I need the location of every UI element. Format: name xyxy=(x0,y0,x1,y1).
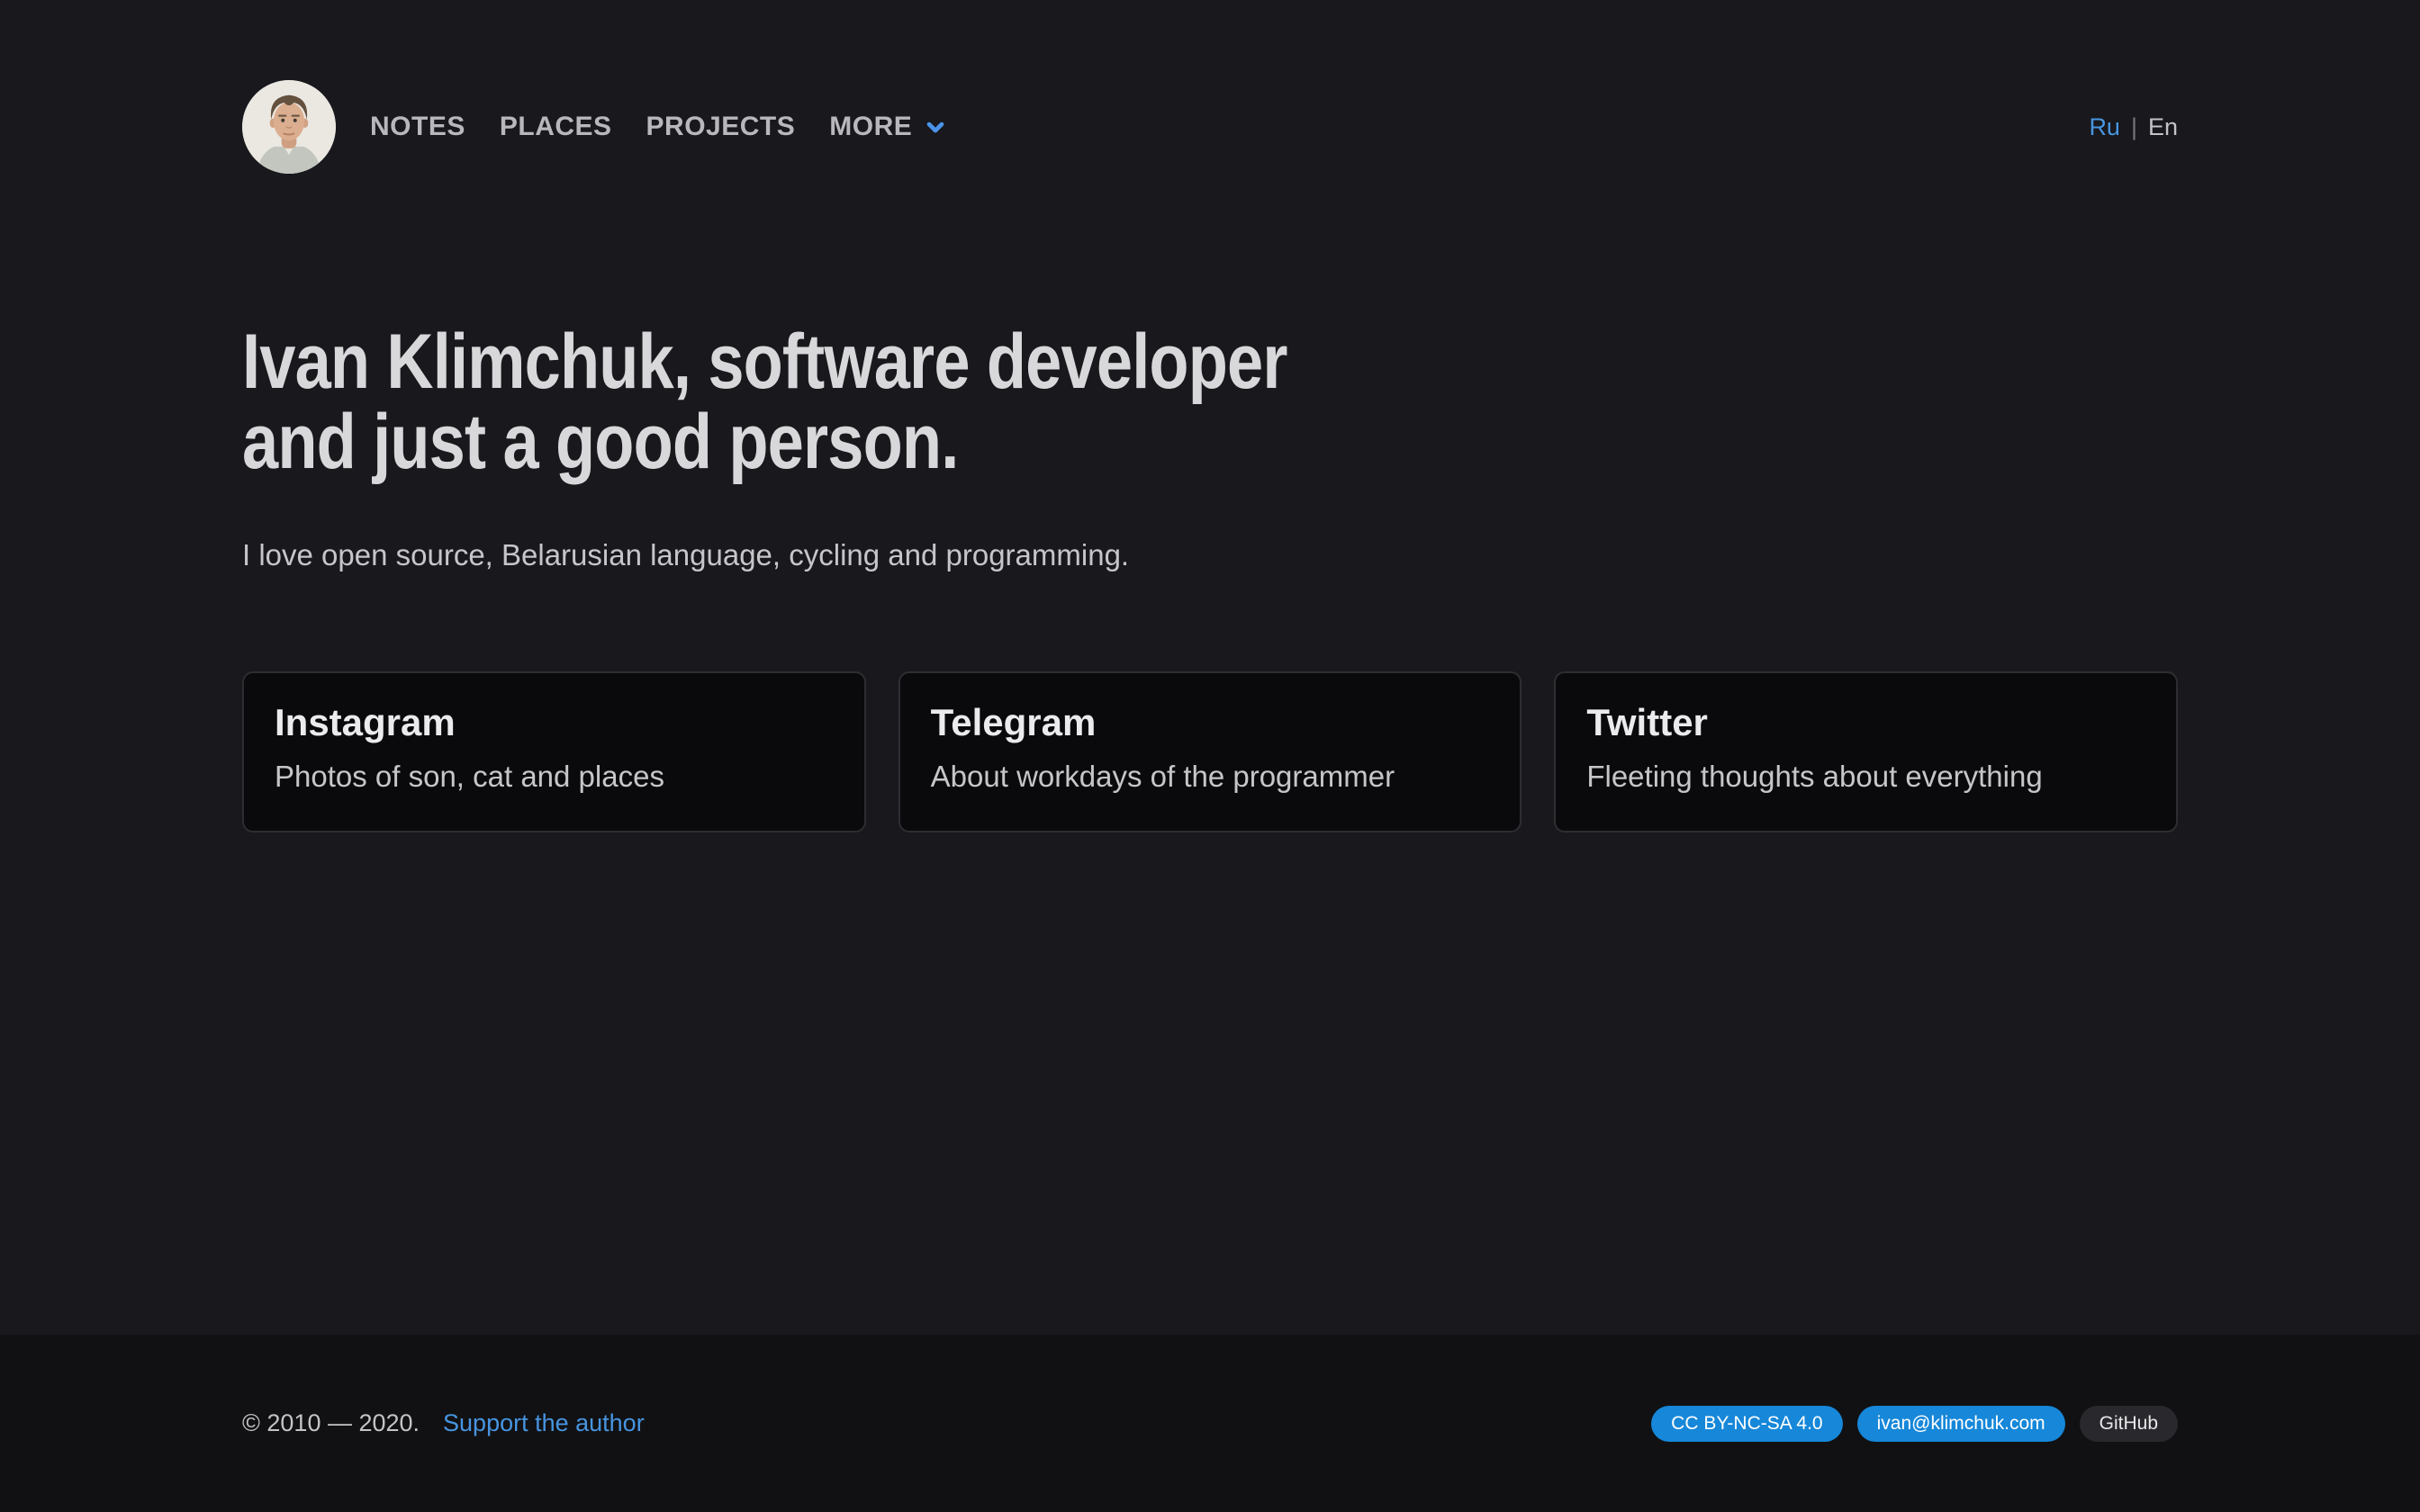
language-current-en: En xyxy=(2148,113,2178,141)
nav-item-projects-label: PROJECTS xyxy=(646,112,796,142)
email-badge[interactable]: ivan@klimchuk.com xyxy=(1857,1406,2065,1442)
footer-left: © 2010 — 2020. Support the author xyxy=(242,1409,645,1437)
copyright-text: © 2010 — 2020. xyxy=(242,1409,420,1437)
license-badge[interactable]: CC BY-NC-SA 4.0 xyxy=(1651,1406,1842,1442)
card-instagram-description: Photos of son, cat and places xyxy=(275,760,834,794)
card-instagram-title: Instagram xyxy=(275,702,834,743)
hero-subtitle: I love open source, Belarusian language,… xyxy=(242,538,2178,572)
language-link-ru[interactable]: Ru xyxy=(2089,113,2120,141)
page-title-line1: Ivan Klimchuk, software developer xyxy=(242,322,1287,402)
github-badge[interactable]: GitHub xyxy=(2080,1406,2178,1442)
footer: © 2010 — 2020. Support the author CC BY-… xyxy=(0,1335,2420,1512)
nav-item-more[interactable]: MORE xyxy=(829,112,948,142)
footer-badges: CC BY-NC-SA 4.0 ivan@klimchuk.com GitHub xyxy=(1651,1406,2178,1442)
nav-item-places[interactable]: PLACES xyxy=(500,112,612,142)
page-title-line2: and just a good person. xyxy=(242,402,958,482)
nav-item-projects[interactable]: PROJECTS xyxy=(646,112,796,142)
main-nav: NOTES PLACES PROJECTS MORE xyxy=(370,112,948,142)
nav-item-places-label: PLACES xyxy=(500,112,612,142)
card-telegram-description: About workdays of the programmer xyxy=(931,760,1490,794)
nav-item-notes-label: NOTES xyxy=(370,112,465,142)
card-twitter-description: Fleeting thoughts about everything xyxy=(1586,760,2145,794)
card-twitter-title: Twitter xyxy=(1586,702,2145,743)
card-twitter[interactable]: Twitter Fleeting thoughts about everythi… xyxy=(1554,671,2178,832)
page-title: Ivan Klimchuk, software developer and ju… xyxy=(242,322,2178,482)
language-separator: | xyxy=(2131,113,2137,141)
hero-section: Ivan Klimchuk, software developer and ju… xyxy=(242,322,2178,572)
avatar[interactable] xyxy=(242,80,336,174)
card-telegram[interactable]: Telegram About workdays of the programme… xyxy=(898,671,1522,832)
header: NOTES PLACES PROJECTS MORE Ru | En xyxy=(242,0,2178,174)
support-author-link[interactable]: Support the author xyxy=(443,1409,645,1437)
nav-item-notes[interactable]: NOTES xyxy=(370,112,465,142)
language-switcher: Ru | En xyxy=(2089,113,2178,141)
card-telegram-title: Telegram xyxy=(931,702,1490,743)
nav-item-more-label: MORE xyxy=(829,112,912,142)
card-instagram[interactable]: Instagram Photos of son, cat and places xyxy=(242,671,866,832)
social-cards: Instagram Photos of son, cat and places … xyxy=(242,671,2178,832)
chevron-down-icon xyxy=(923,114,948,140)
avatar-portrait-image xyxy=(242,80,336,174)
